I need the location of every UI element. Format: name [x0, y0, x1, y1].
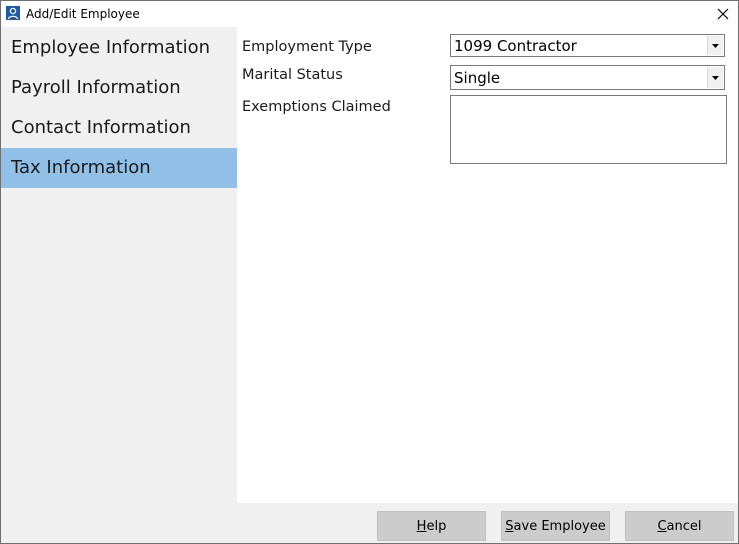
- person-icon: [6, 6, 20, 20]
- cancel-button[interactable]: Cancel: [625, 511, 734, 541]
- chevron-down-icon: [712, 75, 719, 80]
- employment-type-dropdown-button[interactable]: [707, 36, 723, 55]
- title-bar: Add/Edit Employee: [1, 1, 738, 27]
- window-title: Add/Edit Employee: [26, 7, 140, 21]
- add-edit-employee-window: Add/Edit Employee Employee Information P…: [0, 0, 739, 544]
- sidebar-item-contact-information[interactable]: Contact Information: [1, 108, 237, 148]
- marital-status-value: Single: [454, 69, 501, 87]
- exemptions-claimed-input[interactable]: [450, 95, 727, 164]
- exemptions-claimed-label: Exemptions Claimed: [242, 99, 391, 115]
- help-button-label: Help: [416, 518, 447, 534]
- employment-type-value: 1099 Contractor: [454, 37, 577, 55]
- save-employee-button[interactable]: Save Employee: [501, 511, 610, 541]
- marital-status-dropdown-button[interactable]: [707, 67, 723, 88]
- marital-status-select[interactable]: Single: [450, 65, 725, 90]
- close-button[interactable]: [708, 1, 738, 27]
- cancel-button-label: Cancel: [657, 518, 702, 534]
- employment-type-label: Employment Type: [242, 39, 372, 55]
- save-employee-button-label: Save Employee: [505, 518, 606, 534]
- marital-status-label: Marital Status: [242, 67, 343, 83]
- sidebar-nav: Employee Information Payroll Information…: [1, 27, 237, 543]
- sidebar-item-employee-information[interactable]: Employee Information: [1, 28, 237, 68]
- employment-type-select[interactable]: 1099 Contractor: [450, 34, 725, 57]
- help-button[interactable]: Help: [377, 511, 486, 541]
- close-icon: [717, 8, 729, 20]
- sidebar-item-tax-information[interactable]: Tax Information: [1, 148, 237, 188]
- tax-information-panel: Employment Type 1099 Contractor Marital …: [237, 27, 738, 503]
- chevron-down-icon: [712, 43, 719, 48]
- sidebar-item-payroll-information[interactable]: Payroll Information: [1, 68, 237, 108]
